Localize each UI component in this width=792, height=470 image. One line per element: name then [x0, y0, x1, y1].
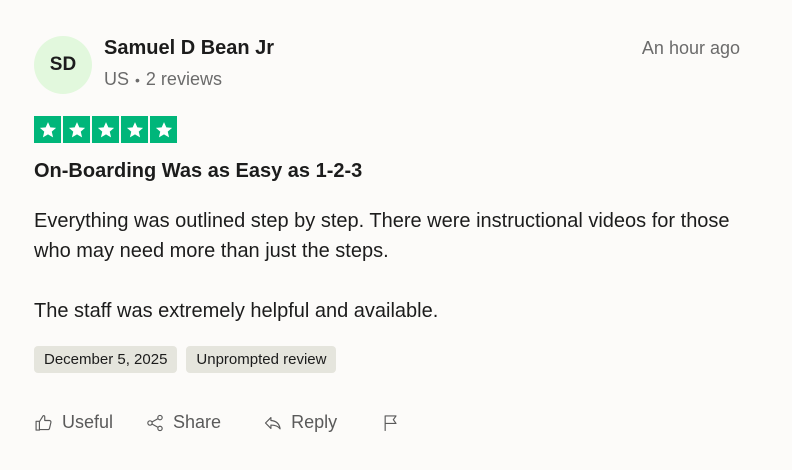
star-rating: [34, 116, 177, 143]
reviewer-review-count: 2 reviews: [145, 69, 222, 89]
star-icon: [121, 116, 148, 143]
avatar-initials: SD: [49, 54, 77, 75]
reviewer-meta: US • 2 reviews: [104, 69, 222, 90]
star-icon: [150, 116, 177, 143]
flag-icon: [384, 414, 397, 431]
review-timestamp: An hour ago: [641, 38, 740, 58]
review-title[interactable]: On-Boarding Was as Easy as 1-2-3: [34, 160, 362, 183]
meta-separator: •: [135, 71, 140, 88]
review-paragraph: The staff was extremely helpful and avai…: [34, 300, 439, 322]
share-label: Share: [173, 412, 222, 432]
reply-button[interactable]: Reply: [263, 412, 337, 433]
thumbs-up-icon: [35, 414, 52, 431]
star-icon: [63, 116, 90, 143]
review-type-badge: Unprompted review: [186, 346, 337, 373]
share-button[interactable]: Share: [145, 412, 221, 433]
review-actions: Useful Share Reply: [34, 412, 401, 433]
star-icon: [34, 116, 61, 143]
avatar[interactable]: SD: [34, 36, 92, 94]
reply-icon: [264, 416, 281, 429]
date-badge: December 5, 2025: [34, 346, 178, 373]
review-tags: December 5, 2025 Unprompted review: [34, 346, 337, 373]
reviewer-name[interactable]: Samuel D Bean Jr: [104, 37, 274, 60]
useful-label: Useful: [62, 412, 114, 432]
share-icon: [147, 414, 163, 431]
reviewer-country: US: [104, 69, 130, 89]
report-button[interactable]: [381, 413, 401, 433]
star-icon: [92, 116, 119, 143]
reply-label: Reply: [291, 412, 338, 432]
review-body: Everything was outlined step by step. Th…: [34, 206, 734, 326]
review-paragraph: Everything was outlined step by step. Th…: [34, 210, 730, 262]
useful-button[interactable]: Useful: [34, 412, 113, 433]
